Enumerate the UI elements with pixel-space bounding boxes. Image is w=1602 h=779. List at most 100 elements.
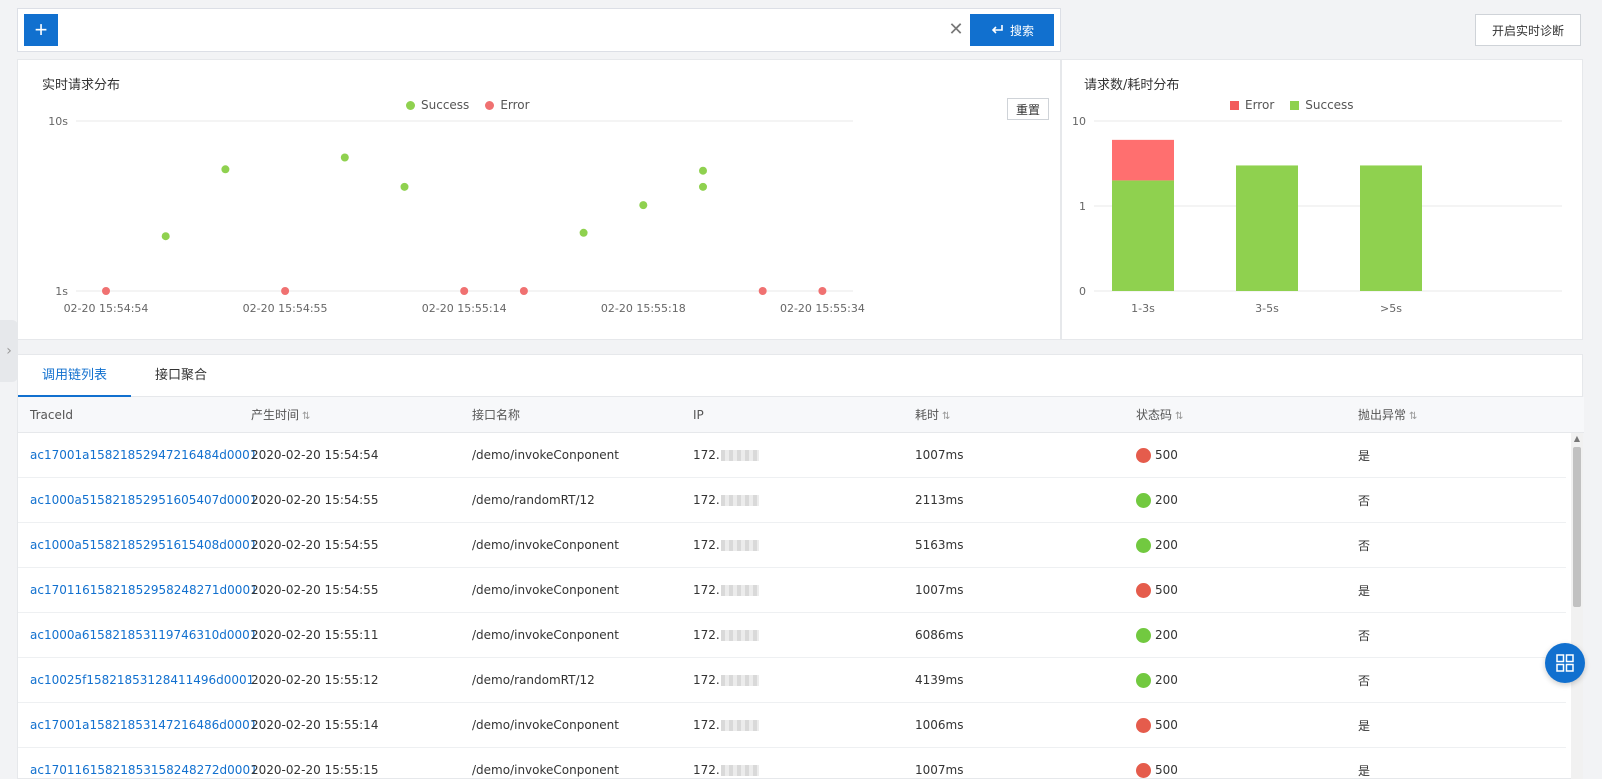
table-body: ac17001a15821852947216484d0001 2020-02-20…	[18, 433, 1566, 779]
trace-list-panel: 调用链列表 接口聚合 TraceId 产生时间 ⇅ 接口名称 IP 耗时 ⇅ 状态码 ⇅ 抛出异常…	[17, 354, 1584, 779]
tab-api-aggregate[interactable]: 接口聚合	[131, 355, 231, 397]
error-point	[102, 287, 110, 295]
column-header-label: 耗时	[915, 408, 940, 422]
x-tick-label: 02-20 15:55:34	[780, 302, 865, 315]
time-cell: 2020-02-20 15:55:11	[251, 628, 379, 642]
trace-id-link[interactable]: ac1000a615821853119746310d0001	[30, 628, 257, 642]
trace-id-link[interactable]: ac17011615821852958248271d0001	[30, 583, 258, 597]
success-bar	[1112, 180, 1174, 291]
trace-id-link[interactable]: ac17001a15821853147216486d0001	[30, 718, 257, 732]
search-button[interactable]: 搜索	[970, 14, 1054, 46]
sort-icon[interactable]: ⇅	[942, 411, 950, 422]
status-cell: 200	[1155, 672, 1178, 687]
table-row[interactable]: ac1000a615821853119746310d0001 2020-02-20…	[18, 613, 1566, 658]
ip-cell: 172.	[693, 718, 720, 732]
grid-icon	[1556, 654, 1574, 672]
cost-cell: 5163ms	[915, 538, 964, 552]
error-bar	[1112, 139, 1174, 181]
column-header-label: 接口名称	[472, 408, 521, 422]
api-cell: /demo/invokeConponent	[472, 448, 619, 462]
trace-id-link[interactable]: ac10025f15821853128411496d0001	[30, 673, 254, 687]
api-cell: /demo/invokeConponent	[472, 583, 619, 597]
success-point	[340, 153, 349, 162]
table-row[interactable]: ac17011615821852958248271d0001 2020-02-20…	[18, 568, 1566, 613]
exception-cell: 否	[1358, 628, 1371, 643]
trace-id-link[interactable]: ac17011615821853158248272d0001	[30, 763, 258, 777]
status-dot-icon	[1136, 492, 1151, 508]
table-row[interactable]: ac1000a515821852951615408d0001 2020-02-20…	[18, 523, 1566, 568]
table-row[interactable]: ac17011615821853158248272d0001 2020-02-20…	[18, 748, 1566, 779]
sidebar-collapse-handle[interactable]: ›	[0, 320, 18, 382]
table-row[interactable]: ac17001a15821853147216486d0001 2020-02-20…	[18, 703, 1566, 748]
success-point	[699, 166, 707, 175]
exception-cell: 是	[1358, 763, 1371, 778]
status-dot-icon	[1136, 627, 1151, 643]
ip-cell: 172.	[693, 628, 720, 642]
table-row[interactable]: ac1000a515821852951605407d0001 2020-02-20…	[18, 478, 1566, 523]
bar-chart: 10101-3s 3-5s >5s	[1072, 115, 1562, 315]
status-dot-icon	[1136, 717, 1151, 733]
sort-icon[interactable]: ⇅	[302, 411, 310, 422]
bar-panel: 请求数/耗时分布 Error Success 10 1 0 1-3s 3-5s >5s	[1061, 59, 1583, 340]
table-scrollbar[interactable]: ▲	[1571, 433, 1583, 779]
error-point	[818, 287, 827, 295]
column-header[interactable]: 产生时间 ⇅	[239, 406, 460, 423]
ip-cell: 172.	[693, 448, 720, 462]
api-cell: /demo/invokeConponent	[472, 718, 619, 732]
x-tick-label: 02-20 15:55:14	[422, 302, 507, 315]
api-cell: /demo/randomRT/12	[472, 493, 595, 507]
column-header-label: 抛出异常	[1358, 408, 1407, 422]
column-header[interactable]: 耗时 ⇅	[903, 406, 1124, 423]
y-tick-label: 1s	[55, 285, 68, 298]
time-cell: 2020-02-20 15:55:14	[251, 718, 379, 732]
status-dot-icon	[1136, 762, 1151, 778]
search-bar: + ✕ 搜索	[17, 8, 1061, 52]
status-cell: 200	[1155, 492, 1178, 507]
tab-trace-list[interactable]: 调用链列表	[18, 355, 132, 397]
success-point	[400, 182, 409, 191]
cost-cell: 1007ms	[915, 448, 964, 462]
app-root: + ✕ 搜索 开启实时诊断 实时请求分布 Success Error 重置 10…	[0, 0, 1602, 779]
api-cell: /demo/invokeConponent	[472, 628, 619, 642]
trace-id-link[interactable]: ac1000a515821852951605407d0001	[30, 493, 257, 507]
status-dot-icon	[1136, 537, 1151, 553]
y-tick-label: 10	[1072, 115, 1086, 128]
error-point	[281, 287, 290, 295]
time-cell: 2020-02-20 15:55:12	[251, 673, 379, 687]
status-cell: 200	[1155, 537, 1178, 552]
column-header[interactable]: 抛出异常 ⇅	[1346, 406, 1566, 423]
floating-action-button[interactable]	[1545, 643, 1585, 683]
x-tick-label: 02-20 15:55:18	[601, 302, 686, 315]
status-cell: 500	[1155, 582, 1178, 597]
sort-icon[interactable]: ⇅	[1175, 411, 1183, 422]
scroll-thumb[interactable]	[1573, 447, 1581, 607]
scroll-up-icon[interactable]: ▲	[1571, 433, 1583, 445]
time-cell: 2020-02-20 15:54:55	[251, 538, 379, 552]
x-tick-label: >5s	[1380, 302, 1402, 315]
table-row[interactable]: ac10025f15821853128411496d0001 2020-02-20…	[18, 658, 1566, 703]
ip-redacted	[720, 720, 759, 731]
ip-cell: 172.	[693, 538, 720, 552]
table-row[interactable]: ac17001a15821852947216484d0001 2020-02-20…	[18, 433, 1566, 478]
sort-icon[interactable]: ⇅	[1409, 411, 1417, 422]
cost-cell: 1007ms	[915, 583, 964, 597]
realtime-diagnose-button[interactable]: 开启实时诊断	[1475, 14, 1581, 46]
add-filter-button[interactable]: +	[24, 14, 58, 46]
y-tick-label: 10s	[48, 115, 68, 128]
x-tick-label: 02-20 15:54:54	[64, 302, 149, 315]
status-dot-icon	[1136, 447, 1151, 463]
column-header[interactable]: 状态码 ⇅	[1124, 406, 1346, 423]
x-tick-label: 1-3s	[1131, 302, 1155, 315]
trace-id-link[interactable]: ac17001a15821852947216484d0001	[30, 448, 257, 462]
ip-redacted	[720, 675, 759, 686]
status-dot-icon	[1136, 582, 1151, 598]
exception-cell: 否	[1358, 493, 1371, 508]
success-bar	[1360, 165, 1422, 291]
cost-cell: 6086ms	[915, 628, 964, 642]
trace-id-link[interactable]: ac1000a515821852951615408d0001	[30, 538, 257, 552]
search-button-label: 搜索	[1009, 23, 1034, 38]
time-cell: 2020-02-20 15:54:55	[251, 493, 379, 507]
close-icon[interactable]: ✕	[946, 20, 966, 40]
ip-redacted	[720, 495, 759, 506]
api-cell: /demo/invokeConponent	[472, 538, 619, 552]
